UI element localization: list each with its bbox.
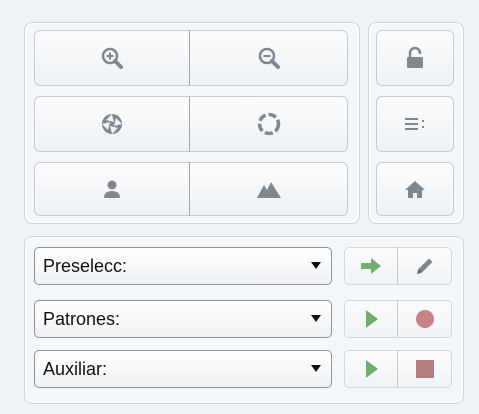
chevron-down-icon [311,365,321,372]
home-icon [405,181,425,198]
edit-preselection-button[interactable] [398,247,452,285]
zoom-in-icon [101,47,123,69]
zoom-out-button[interactable] [190,30,348,86]
list-icon [405,118,424,130]
play-icon [366,360,378,378]
record-patterns-button[interactable] [398,300,452,338]
landscape-button[interactable] [190,162,348,216]
zoom-in-button[interactable] [34,30,190,86]
arrow-right-icon [361,258,381,274]
person-icon [104,180,120,198]
circle-refresh-icon [257,112,280,136]
stop-icon [415,360,434,378]
person-button[interactable] [34,162,190,216]
toolbox-window: Preselecc: Patrones: Auxiliar: [0,0,479,414]
auxiliary-label: Auxiliar: [43,358,108,379]
play-icon [366,310,378,328]
pencil-icon [416,258,432,274]
lock-button[interactable] [376,30,454,86]
aperture-button[interactable] [34,96,190,152]
preselection-dropdown[interactable]: Preselecc: [34,247,332,285]
play-patterns-button[interactable] [344,300,398,338]
lock-icon [407,46,423,68]
mountain-icon [256,182,281,198]
preselection-label: Preselecc: [43,255,128,276]
chevron-down-icon [311,315,321,322]
record-icon [415,310,434,328]
patterns-dropdown[interactable]: Patrones: [34,300,332,338]
apply-preselection-button[interactable] [344,247,398,285]
chevron-down-icon [311,262,321,269]
list-button[interactable] [376,96,454,152]
zoom-out-icon [258,47,280,69]
patterns-label: Patrones: [43,308,121,329]
home-button[interactable] [376,162,454,216]
aperture-icon [102,114,122,134]
stop-auxiliary-button[interactable] [398,350,452,388]
auxiliary-dropdown[interactable]: Auxiliar: [34,350,332,388]
play-auxiliary-button[interactable] [344,350,398,388]
refresh-button[interactable] [190,96,348,152]
